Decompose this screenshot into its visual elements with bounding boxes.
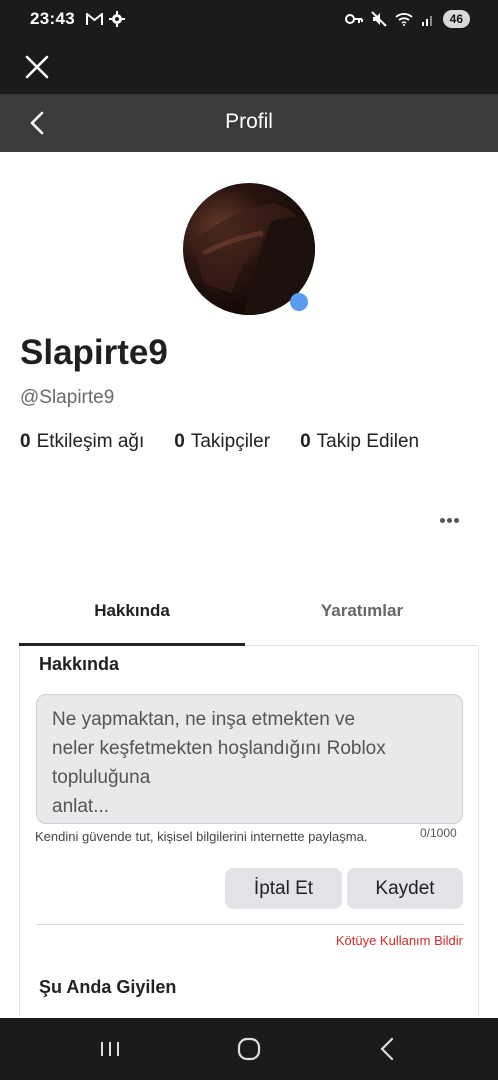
back-nav-icon[interactable] <box>368 1034 408 1064</box>
character-counter: 0/1000 <box>420 826 457 840</box>
stat-label: Etkileşim ağı <box>36 431 145 452</box>
username: @Slapirte9 <box>20 387 115 408</box>
battery-indicator: 46 <box>442 10 470 28</box>
stat-count: 0 <box>300 431 311 452</box>
app-header: Profil <box>0 94 498 152</box>
home-icon[interactable] <box>229 1034 269 1064</box>
recent-apps-icon[interactable] <box>90 1034 130 1064</box>
page-title: Profil <box>225 110 273 133</box>
stat-connections[interactable]: 0 Etkileşim ağı <box>20 431 144 453</box>
safety-helper-text: Kendini güvende tut, kişisel bilgilerini… <box>35 829 368 844</box>
save-button[interactable]: Kaydet <box>347 868 463 909</box>
report-abuse-link[interactable]: Kötüye Kullanım Bildir <box>336 933 463 948</box>
stat-label: Takip Edilen <box>316 431 420 452</box>
gmail-icon <box>86 12 103 25</box>
profile-tabs: Hakkında Yaratımlar <box>19 585 479 646</box>
about-placeholder: Ne yapmaktan, ne inşa etmekten ve neler … <box>52 709 386 817</box>
panel-border-left <box>19 646 20 1016</box>
about-section-title: Hakkında <box>39 654 120 674</box>
status-time: 23:43 <box>30 9 75 28</box>
signal-icon <box>421 16 432 26</box>
webview-bar <box>0 40 498 94</box>
mute-icon <box>370 11 387 27</box>
panel-border-right <box>478 646 479 1016</box>
stat-count: 0 <box>20 431 31 452</box>
settings-gear-icon <box>109 11 125 27</box>
tab-creations[interactable]: Yaratımlar <box>245 601 479 621</box>
stat-following[interactable]: 0 Takip Edilen <box>300 431 419 453</box>
more-options-icon[interactable] <box>440 510 466 523</box>
key-icon <box>344 14 363 24</box>
cancel-button[interactable]: İptal Et <box>225 868 342 909</box>
display-name: Slapirte9 <box>20 333 168 372</box>
currently-wearing-title: Şu Anda Giyilen <box>39 977 177 997</box>
about-textarea[interactable]: Ne yapmaktan, ne inşa etmekten ve neler … <box>36 694 463 824</box>
profile-stats: 0 Etkileşim ağı 0 Takipçiler 0 Takip Edilen <box>20 431 419 453</box>
presence-indicator <box>290 293 308 311</box>
tab-about[interactable]: Hakkında <box>19 601 245 621</box>
stat-followers[interactable]: 0 Takipçiler <box>174 431 270 453</box>
stat-count: 0 <box>174 431 185 452</box>
close-icon[interactable] <box>24 54 50 80</box>
system-nav-bar <box>0 1018 498 1080</box>
divider <box>36 924 463 925</box>
wifi-icon <box>395 13 413 26</box>
status-bar: 23:43 46 <box>0 0 498 40</box>
stat-label: Takipçiler <box>190 431 271 452</box>
active-tab-indicator <box>19 643 245 646</box>
